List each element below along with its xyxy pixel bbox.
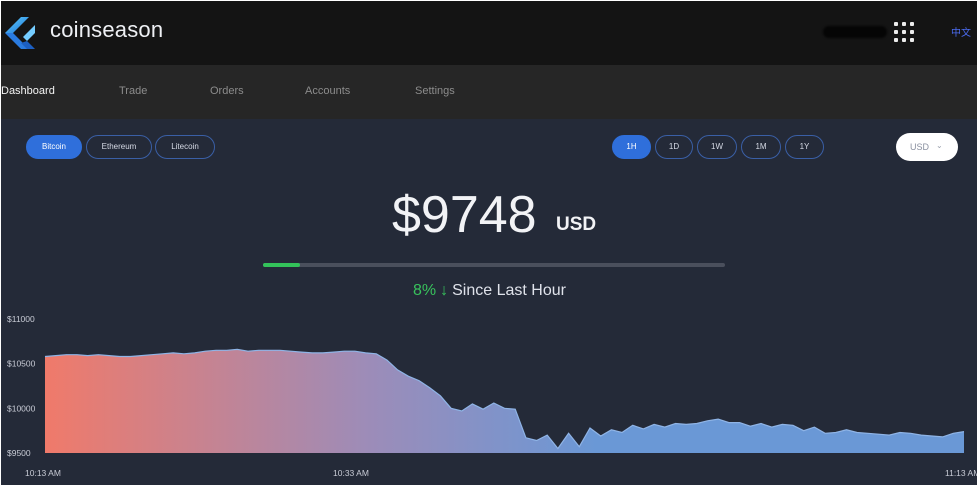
price-area-series [45, 349, 964, 453]
coin-tab-litecoin[interactable]: Litecoin [155, 135, 215, 159]
chevron-down-icon: ⌄ [936, 141, 943, 150]
price-chart: $11000 $10500 $10000 $9500 10:13 AM 10:33 AM 1… [7, 314, 977, 478]
timeframe-1d[interactable]: 1D [655, 135, 693, 159]
timeframe-1h[interactable]: 1H [612, 135, 651, 159]
change-progress-bar [263, 263, 725, 267]
redacted-account-name [823, 26, 887, 38]
nav-item-settings[interactable]: Settings [415, 85, 455, 97]
coin-tab-bitcoin[interactable]: Bitcoin [26, 135, 82, 159]
nav-item-orders[interactable]: Orders [210, 85, 244, 97]
y-tick-label: $10000 [7, 403, 36, 413]
down-arrow-icon: ↓ [440, 282, 449, 299]
x-tick-label: 10:33 AM [333, 468, 369, 478]
top-bar: coinseason 中文 [1, 1, 977, 65]
brand-name[interactable]: coinseason [50, 17, 163, 43]
apps-grid-icon[interactable] [893, 21, 915, 43]
timeframe-1m[interactable]: 1M [741, 135, 781, 159]
coinseason-logo-icon[interactable] [1, 13, 41, 53]
timeframe-1w[interactable]: 1W [697, 135, 737, 159]
main-nav: Dashboard Trade Orders Accounts Settings [1, 65, 977, 119]
nav-item-dashboard[interactable]: Dashboard [1, 85, 55, 97]
language-toggle[interactable]: 中文 [951, 24, 971, 39]
y-tick-label: $9500 [7, 448, 31, 458]
app-window: coinseason 中文 Dashboard Trade Orders Acc… [1, 1, 977, 485]
y-tick-label: $10500 [7, 359, 36, 369]
timeframe-1y[interactable]: 1Y [785, 135, 824, 159]
x-tick-label: 11:13 AM [945, 468, 977, 478]
current-price: $9748 [392, 186, 537, 244]
currency-select-value: USD [910, 142, 930, 152]
change-percent: 8% [413, 282, 437, 299]
coin-tab-ethereum[interactable]: Ethereum [86, 135, 152, 159]
x-tick-label: 10:13 AM [25, 468, 61, 478]
currency-select[interactable]: USD ⌄ [896, 133, 958, 161]
price-change: 8% ↓ Since Last Hour [413, 282, 566, 300]
price-currency-unit: USD [556, 214, 597, 235]
nav-item-accounts[interactable]: Accounts [305, 85, 350, 97]
change-progress-fill [263, 263, 300, 267]
change-label: Since Last Hour [452, 282, 566, 299]
y-tick-label: $11000 [7, 314, 35, 324]
nav-item-trade[interactable]: Trade [119, 85, 147, 97]
